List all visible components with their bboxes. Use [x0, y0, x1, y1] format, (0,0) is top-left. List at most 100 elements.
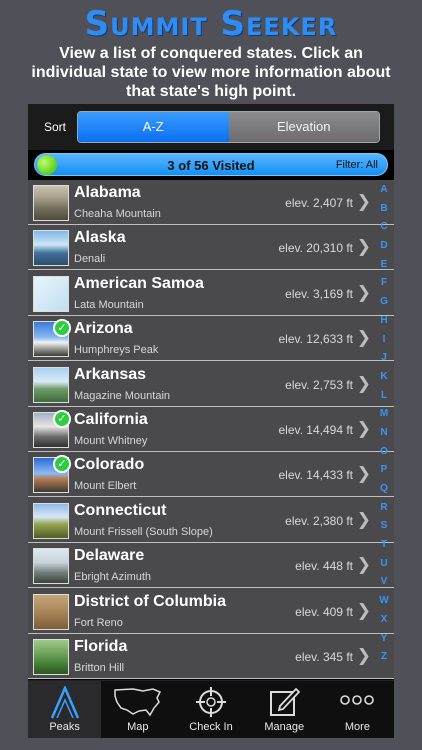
- index-letter[interactable]: U: [376, 558, 392, 577]
- elevation-label: elev. 14,494 ft: [278, 423, 354, 437]
- peak-name: Fort Reno: [74, 616, 123, 629]
- tab-label: Check In: [189, 721, 233, 733]
- elevation-label: elev. 20,310 ft: [278, 241, 354, 256]
- more-dots-icon: [340, 695, 375, 705]
- crosshair-icon: [196, 687, 226, 717]
- elevation-label: elev. 2,380 ft: [285, 513, 353, 528]
- index-letter[interactable]: F: [376, 277, 392, 296]
- state-name: Colorado: [74, 456, 145, 474]
- tab-manage[interactable]: Manage: [248, 681, 321, 738]
- index-letter[interactable]: H: [376, 315, 392, 334]
- chevron-right-icon: ❯: [356, 373, 371, 393]
- state-name: Delaware: [74, 547, 145, 565]
- peak-name: Mount Elbert: [74, 480, 137, 493]
- tab-bar: Peaks Map Check In Manage More: [28, 680, 394, 738]
- chevron-right-icon: ❯: [356, 328, 371, 348]
- chevron-right-icon: ❯: [356, 646, 371, 665]
- index-letter[interactable]: X: [376, 614, 392, 633]
- elevation-label: elev. 14,433 ft: [278, 468, 354, 483]
- elevation-label: elev. 448 ft: [295, 559, 353, 574]
- state-row[interactable]: Delaware Ebright Azimuth elev. 448 ft ❯: [28, 543, 394, 589]
- visited-check-icon: ✓: [53, 410, 71, 428]
- index-letter[interactable]: B: [376, 203, 392, 222]
- peak-photo-thumbnail: [33, 230, 69, 267]
- index-letter[interactable]: Q: [376, 483, 392, 502]
- index-letter[interactable]: W: [376, 595, 392, 614]
- elevation-label: elev. 3,169 ft: [285, 286, 353, 301]
- index-letter[interactable]: N: [376, 427, 392, 446]
- state-name: Florida: [74, 638, 128, 655]
- state-row[interactable]: District of Columbia Fort Reno elev. 409 f…: [28, 588, 394, 634]
- state-name: California: [74, 411, 148, 428]
- state-name: Arizona: [74, 320, 133, 338]
- tab-label: Peaks: [49, 721, 80, 733]
- chevron-right-icon: ❯: [356, 555, 371, 575]
- peak-photo-thumbnail: [33, 275, 69, 312]
- index-letter[interactable]: D: [376, 240, 392, 259]
- tab-label: Map: [127, 721, 149, 733]
- peak-name: Ebright Azimuth: [74, 571, 152, 584]
- state-row[interactable]: Arkansas Magazine Mountain elev. 2,753 ft ❯: [28, 361, 394, 407]
- state-name: Alaska: [74, 229, 126, 247]
- index-letter[interactable]: O: [376, 446, 392, 465]
- tab-label: Manage: [264, 721, 305, 733]
- state-row[interactable]: ✓ Arizona Humphreys Peak elev. 12,633 ft ❯: [28, 316, 394, 362]
- peak-name: Humphreys Peak: [74, 344, 159, 357]
- chevron-right-icon: ❯: [356, 419, 371, 438]
- state-name: Connecticut: [74, 501, 167, 519]
- app-screen: Sort A-Z Elevation 3 of 56 Visited Filte…: [28, 104, 394, 738]
- state-name: American Samoa: [74, 274, 204, 292]
- sort-option-elevation[interactable]: Elevation: [228, 112, 379, 142]
- edit-icon: [270, 687, 301, 716]
- sort-option-az[interactable]: A-Z: [78, 112, 229, 142]
- state-row[interactable]: ✓ California Mount Whitney elev. 14,494 ft ❯: [28, 407, 394, 452]
- index-letter[interactable]: C: [376, 221, 392, 240]
- sort-label: Sort: [44, 120, 67, 134]
- index-letter[interactable]: R: [376, 502, 392, 521]
- section-index[interactable]: ABCDEFGHIJKLMNOPQRSTUVWXYZ: [376, 184, 392, 670]
- filter-button[interactable]: Filter: All: [336, 159, 378, 171]
- visited-count: 3 of 56 Visited: [167, 158, 255, 173]
- index-letter[interactable]: S: [376, 520, 392, 539]
- index-letter[interactable]: G: [376, 296, 392, 315]
- peak-name: Lata Mountain: [74, 298, 144, 311]
- promo-subtitle: View a list of conquered states. Click a…: [31, 45, 391, 100]
- tab-more[interactable]: More: [321, 681, 394, 738]
- elevation-label: elev. 2,407 ft: [285, 196, 353, 210]
- sort-bar: Sort A-Z Elevation: [28, 104, 394, 150]
- index-letter[interactable]: T: [376, 539, 392, 558]
- state-row[interactable]: Florida Britton Hill elev. 345 ft ❯: [28, 634, 394, 679]
- tab-check-in[interactable]: Check In: [174, 681, 247, 738]
- state-row[interactable]: Connecticut Mount Frissell (South Slope) e…: [28, 497, 394, 543]
- index-letter[interactable]: J: [376, 352, 392, 371]
- index-letter[interactable]: L: [376, 390, 392, 409]
- state-row[interactable]: ✓ Colorado Mount Elbert elev. 14,433 ft ❯: [28, 452, 394, 498]
- peak-photo-thumbnail: [33, 185, 69, 221]
- state-name: Alabama: [74, 184, 141, 201]
- tab-map[interactable]: Map: [101, 681, 174, 738]
- chevron-right-icon: ❯: [356, 600, 371, 620]
- index-letter[interactable]: Y: [376, 633, 392, 652]
- us-map-icon: [114, 688, 161, 717]
- peak-photo-thumbnail: [33, 548, 69, 585]
- index-letter[interactable]: M: [376, 408, 392, 427]
- chevron-right-icon: ❯: [356, 237, 371, 257]
- index-letter[interactable]: E: [376, 259, 392, 278]
- state-row[interactable]: Alaska Denali elev. 20,310 ft ❯: [28, 225, 394, 271]
- index-letter[interactable]: P: [376, 464, 392, 483]
- peak-name: Magazine Mountain: [74, 389, 171, 402]
- index-letter[interactable]: K: [376, 371, 392, 390]
- tab-peaks[interactable]: Peaks: [28, 681, 102, 738]
- elevation-label: elev. 409 ft: [295, 604, 353, 619]
- index-letter[interactable]: V: [376, 576, 392, 595]
- promo-title: Summit Seeker: [84, 4, 338, 44]
- tab-label: More: [344, 721, 370, 733]
- chevron-right-icon: ❯: [356, 192, 371, 211]
- index-letter[interactable]: I: [376, 334, 392, 353]
- index-letter[interactable]: Z: [376, 651, 392, 670]
- state-row[interactable]: American Samoa Lata Mountain elev. 3,169 f…: [28, 270, 394, 316]
- peak-icon: [50, 686, 79, 719]
- index-letter[interactable]: A: [376, 184, 392, 203]
- state-row[interactable]: Alabama Cheaha Mountain elev. 2,407 ft ❯: [28, 180, 394, 225]
- elevation-label: elev. 12,633 ft: [278, 332, 354, 347]
